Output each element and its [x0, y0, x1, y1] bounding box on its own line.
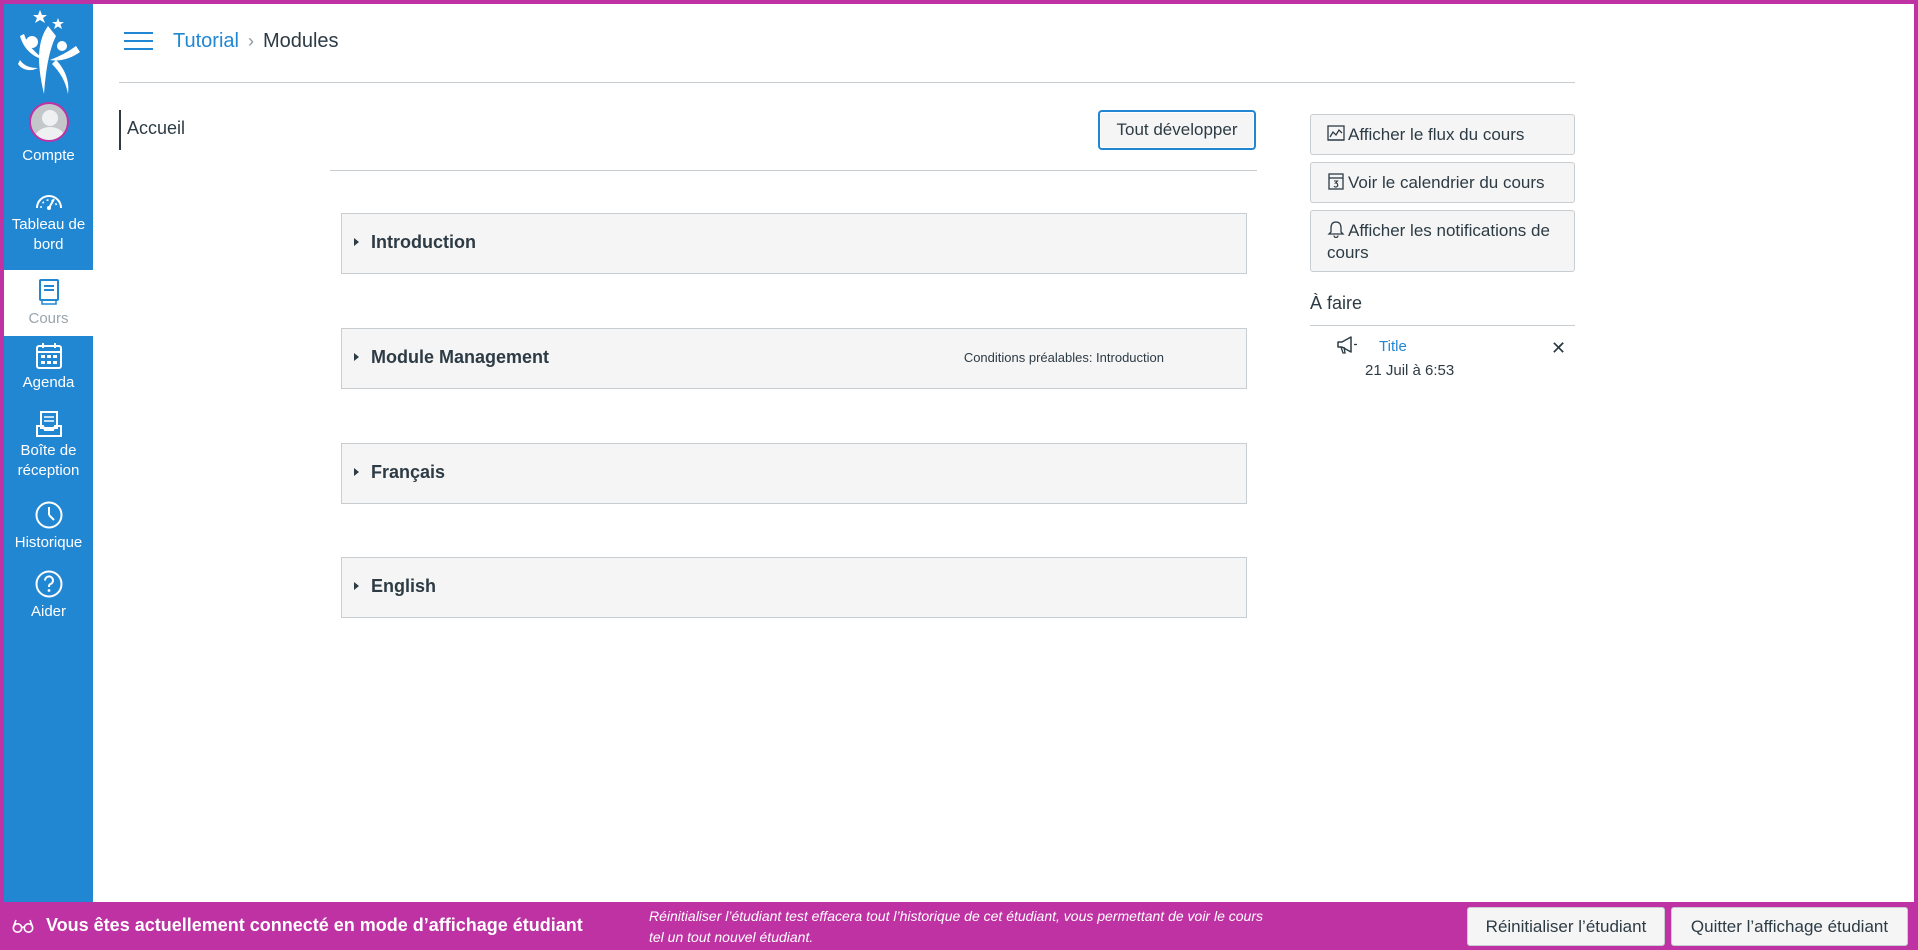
todo-item-date: 21 Juil à 6:53	[1365, 362, 1455, 379]
student-view-title: Vous êtes actuellement connecté en mode …	[46, 915, 583, 935]
breadcrumb-course-link[interactable]: Tutorial	[173, 30, 239, 52]
view-course-calendar-button[interactable]: Voir le calendrier du cours	[1310, 162, 1575, 203]
view-course-stream-label: Afficher le flux du cours	[1348, 125, 1525, 144]
view-course-notifications-label: Afficher les notifications de cours	[1327, 221, 1550, 262]
nav-help[interactable]: Aider	[4, 569, 93, 622]
nav-inbox[interactable]: Boîte de réception	[4, 410, 93, 481]
nav-calendar[interactable]: Agenda	[4, 342, 93, 393]
nav-inbox-label: Boîte de réception	[17, 442, 80, 479]
inbox-icon	[35, 411, 62, 437]
stream-icon	[1327, 125, 1345, 141]
bell-icon	[1327, 221, 1345, 238]
student-view-bar: Vous êtes actuellement connecté en mode …	[0, 902, 1918, 950]
leave-student-view-button[interactable]: Quitter l’affichage étudiant	[1671, 907, 1908, 946]
expand-caret-icon	[354, 468, 359, 476]
nav-history-label: Historique	[14, 534, 83, 551]
expand-caret-icon	[354, 238, 359, 246]
course-nav-home[interactable]: Accueil	[119, 110, 249, 150]
nav-courses[interactable]: Cours	[4, 270, 93, 336]
expand-caret-icon	[354, 582, 359, 590]
module-title: Module Management	[371, 347, 550, 367]
glasses-icon	[12, 919, 34, 933]
student-view-description: Réinitialiser l’étudiant test effacera t…	[649, 908, 1263, 945]
view-course-calendar-label: Voir le calendrier du cours	[1348, 173, 1545, 192]
view-course-stream-button[interactable]: Afficher le flux du cours	[1310, 114, 1575, 155]
nav-dashboard[interactable]: Tableau de bord	[4, 188, 93, 255]
course-menu-toggle[interactable]	[124, 30, 153, 52]
module-header[interactable]: Module Management Conditions préalables:…	[341, 328, 1247, 389]
institution-logo[interactable]	[10, 6, 88, 98]
avatar	[28, 102, 69, 142]
calendar-icon	[1328, 173, 1344, 190]
todo-divider	[1310, 325, 1575, 326]
nav-courses-label: Cours	[28, 310, 69, 327]
help-icon	[35, 570, 62, 598]
module-header[interactable]: English	[341, 557, 1247, 618]
breadcrumb: Tutorial › Modules	[173, 28, 339, 54]
module-prerequisites: Conditions préalables: Introduction	[963, 350, 1164, 365]
breadcrumb-current: Modules	[262, 30, 339, 52]
expand-all-button[interactable]: Tout développer	[1098, 110, 1256, 150]
view-course-notifications-button[interactable]: Afficher les notifications de cours	[1310, 210, 1575, 272]
nav-history[interactable]: Historique	[4, 500, 93, 553]
nav-dashboard-label: Tableau de bord	[11, 216, 86, 253]
reset-student-button[interactable]: Réinitialiser l’étudiant	[1467, 907, 1665, 946]
module-title: English	[371, 576, 437, 596]
dashboard-icon	[35, 195, 62, 210]
module-header[interactable]: Français	[341, 443, 1247, 504]
global-nav: Compte Tableau de bord Cours Agenda Boît…	[4, 4, 93, 902]
header-divider	[119, 82, 1575, 83]
module-title: Introduction	[371, 232, 476, 252]
content-divider	[330, 170, 1257, 171]
clock-icon	[35, 501, 62, 529]
nav-help-label: Aider	[30, 603, 67, 620]
todo-dismiss-icon[interactable]: ✕	[1551, 338, 1566, 358]
module-title: Français	[371, 462, 446, 482]
nav-calendar-label: Agenda	[22, 374, 75, 391]
courses-icon	[38, 279, 59, 305]
breadcrumb-separator: ›	[247, 31, 254, 51]
nav-account[interactable]: Compte	[4, 102, 93, 166]
calendar-icon	[35, 343, 62, 369]
module-header[interactable]: Introduction	[341, 213, 1247, 274]
announcement-icon	[1337, 336, 1357, 354]
todo-item-title-link[interactable]: Title	[1379, 338, 1407, 355]
nav-account-label: Compte	[22, 147, 75, 164]
expand-caret-icon	[354, 353, 359, 361]
todo-heading: À faire	[1310, 293, 1363, 313]
